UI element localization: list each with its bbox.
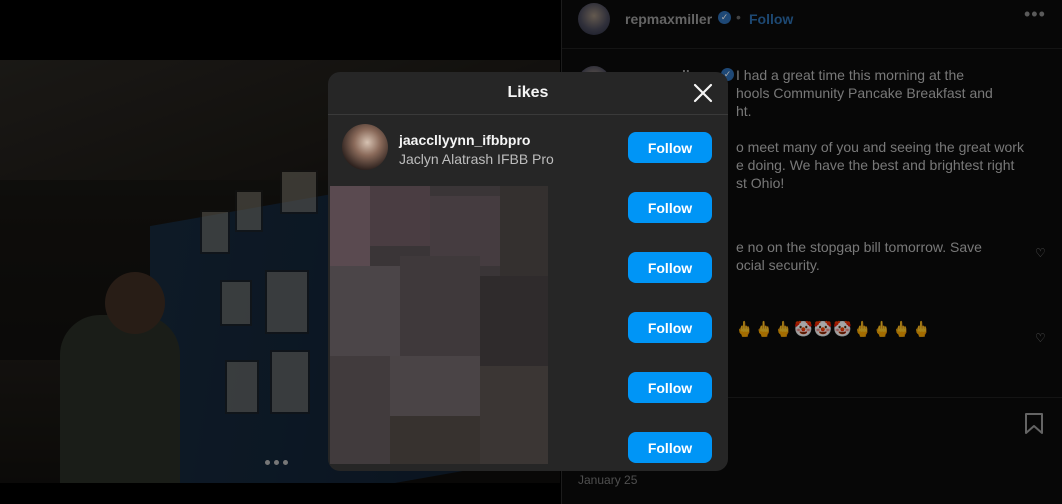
follow-button[interactable]: Follow — [628, 252, 712, 283]
header-follow-button[interactable]: Follow — [749, 11, 793, 27]
caption-line: o meet many of you and seeing the great … — [736, 139, 1024, 155]
comment-emojis: 🖕🖕🖕🤡🤡🤡🖕🖕🖕🖕 — [735, 321, 932, 338]
like-username[interactable]: jaaccllyynn_ifbbpro — [399, 132, 530, 148]
caption-line: e doing. We have the best and brightest … — [736, 157, 1015, 173]
likes-modal: Likes jaaccllyynn_ifbbpro Jaclyn Alatras… — [328, 72, 728, 471]
like-comment-heart-icon[interactable]: ♡ — [1035, 246, 1046, 260]
caption-line: st Ohio! — [736, 175, 785, 191]
follow-button[interactable]: Follow — [628, 432, 712, 463]
like-full-name: Jaclyn Alatrash IFBB Pro — [399, 151, 554, 167]
bookmark-icon[interactable] — [1024, 413, 1044, 435]
follow-button[interactable]: Follow — [628, 192, 712, 223]
follow-button[interactable]: Follow — [628, 132, 712, 163]
like-comment-heart-icon[interactable]: ♡ — [1035, 331, 1046, 345]
close-icon[interactable] — [692, 82, 714, 104]
caption-line: I had a great time this morning at the — [736, 67, 965, 83]
post-header: repmaxmiller ✓ • Follow ••• — [562, 0, 1062, 49]
caption-line: ht. — [736, 103, 752, 119]
comment-text: ocial security. — [736, 257, 820, 273]
carousel-dots — [265, 460, 288, 465]
separator-dot: • — [736, 9, 741, 25]
post-date: January 25 — [578, 473, 638, 487]
redacted-users-blur — [330, 186, 548, 464]
more-options-icon[interactable]: ••• — [1024, 4, 1046, 25]
caption-line: hools Community Pancake Breakfast and — [736, 85, 993, 101]
modal-header: Likes — [328, 72, 728, 115]
follow-button[interactable]: Follow — [628, 372, 712, 403]
modal-title: Likes — [507, 84, 549, 101]
follow-button[interactable]: Follow — [628, 312, 712, 343]
author-avatar[interactable] — [578, 3, 610, 35]
author-username[interactable]: repmaxmiller — [625, 11, 712, 27]
verified-icon: ✓ — [718, 11, 731, 24]
like-list-item: jaaccllyynn_ifbbpro Jaclyn Alatrash IFBB… — [328, 115, 728, 175]
user-avatar[interactable] — [342, 124, 388, 170]
comment-text: e no on the stopgap bill tomorrow. Save — [736, 239, 982, 255]
